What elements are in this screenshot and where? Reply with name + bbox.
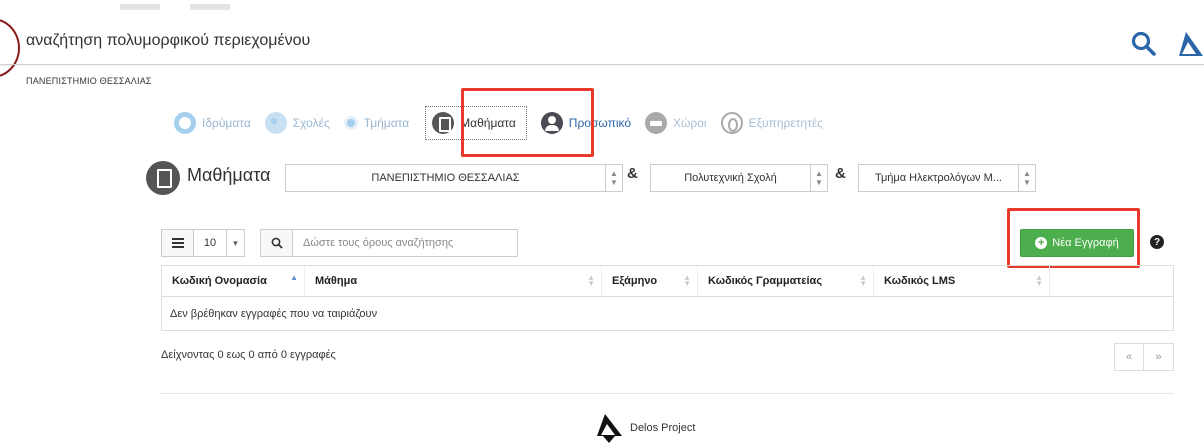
sort-icon: ▲ ▼ bbox=[1035, 273, 1043, 288]
column-header-actions bbox=[1049, 265, 1174, 297]
department-select[interactable]: Τμήμα Ηλεκτρολόγων Μ... ▲ ▼ bbox=[858, 164, 1036, 192]
delos-footer-logo-icon bbox=[597, 414, 622, 443]
nav-item-schools[interactable]: Σχολές bbox=[264, 106, 330, 140]
column-header-lms-code[interactable]: Κωδικός LMS ▲ ▼ bbox=[873, 265, 1050, 297]
column-header-label: Κωδικός LMS bbox=[884, 275, 956, 287]
search-icon[interactable] bbox=[1130, 30, 1158, 58]
university-logo bbox=[0, 18, 20, 78]
nav-item-servers[interactable]: Εξυπηρετητές bbox=[720, 106, 823, 140]
department-select-value: Τμήμα Ηλεκτρολόγων Μ... bbox=[875, 172, 1002, 184]
page-header-title: αναζήτηση πολυμορφικού περιεχομένου bbox=[26, 32, 311, 49]
header-divider bbox=[0, 64, 1204, 65]
browser-strip bbox=[0, 0, 1204, 14]
column-header-label: Εξάμηνο bbox=[612, 275, 658, 287]
list-menu-button[interactable] bbox=[161, 229, 193, 257]
column-header-secretariat-code[interactable]: Κωδικός Γραμματείας ▲ ▼ bbox=[697, 265, 874, 297]
help-icon[interactable]: ? bbox=[1150, 235, 1164, 249]
department-icon bbox=[343, 116, 358, 130]
sort-asc-icon: ▲ bbox=[290, 273, 298, 282]
annotation-highlight-courses-tab bbox=[461, 88, 594, 157]
book-icon bbox=[432, 112, 455, 134]
institution-select[interactable]: ΠΑΝΕΠΙΣΤΗΜΙΟ ΘΕΣΣΑΛΙΑΣ ▲ ▼ bbox=[285, 164, 623, 192]
table-search-button[interactable] bbox=[260, 229, 293, 257]
filter-separator: & bbox=[627, 165, 638, 182]
school-icon bbox=[264, 112, 287, 134]
delos-logo-icon[interactable] bbox=[1176, 30, 1204, 58]
nav-item-label: Εξυπηρετητές bbox=[748, 116, 823, 130]
institution-icon bbox=[174, 112, 196, 134]
annotation-highlight-new-button bbox=[1007, 208, 1140, 268]
chevron-down-icon: ▲ ▼ bbox=[1018, 165, 1035, 191]
table-search bbox=[260, 229, 518, 257]
column-header-label: Κωδικός Γραμματείας bbox=[708, 275, 823, 287]
sort-icon: ▲ ▼ bbox=[587, 273, 595, 288]
nav-item-rooms[interactable]: Χώροι bbox=[645, 106, 707, 140]
page-length-value[interactable]: 10 bbox=[193, 229, 227, 257]
courses-book-icon bbox=[146, 161, 180, 195]
list-icon bbox=[171, 238, 184, 248]
table-info: Δείχνοντας 0 εως 0 από 0 εγγραφές bbox=[161, 349, 336, 361]
column-header-label: Κωδική Ονομασία bbox=[172, 275, 267, 287]
school-select-value: Πολυτεχνική Σχολή bbox=[684, 172, 777, 184]
university-name: ΠΑΝΕΠΙΣΤΗΜΙΟ ΘΕΣΣΑΛΙΑΣ bbox=[26, 76, 152, 86]
strip-segment bbox=[190, 4, 230, 10]
column-header-semester[interactable]: Εξάμηνο ▲ ▼ bbox=[601, 265, 698, 297]
nav-item-institutions[interactable]: Ιδρύματα bbox=[174, 106, 251, 140]
nav-item-departments[interactable]: Τμήματα bbox=[343, 106, 410, 140]
column-header-code[interactable]: Κωδική Ονομασία ▲ bbox=[161, 265, 305, 297]
table-header-row: Κωδική Ονομασία ▲ Μάθημα ▲ ▼ Εξάμηνο ▲ ▼ Κ… bbox=[161, 265, 1174, 297]
nav-item-label: Ιδρύματα bbox=[202, 116, 251, 130]
next-page-button[interactable]: » bbox=[1144, 343, 1174, 371]
chevron-down-icon[interactable]: ▼ bbox=[227, 229, 245, 257]
search-input[interactable] bbox=[293, 229, 518, 257]
empty-table-message: Δεν βρέθηκαν εγγραφές που να ταιριάζουν bbox=[161, 296, 1174, 331]
column-header-course[interactable]: Μάθημα ▲ ▼ bbox=[304, 265, 602, 297]
footer-divider bbox=[161, 393, 1174, 394]
magnifier-icon bbox=[271, 237, 283, 249]
nav-item-label: Τμήματα bbox=[363, 116, 410, 130]
chevron-down-icon: ▲ ▼ bbox=[605, 165, 622, 191]
previous-page-button[interactable]: « bbox=[1114, 343, 1144, 371]
sort-icon: ▲ ▼ bbox=[683, 273, 691, 288]
table-row: Δεν βρέθηκαν εγγραφές που να ταιριάζουν bbox=[161, 296, 1174, 331]
room-icon bbox=[645, 112, 668, 134]
sort-icon: ▲ ▼ bbox=[859, 273, 867, 288]
nav-item-label: Χώροι bbox=[673, 116, 707, 130]
school-select[interactable]: Πολυτεχνική Σχολή ▲ ▼ bbox=[650, 164, 828, 192]
chevron-down-icon: ▲ ▼ bbox=[810, 165, 827, 191]
filter-separator: & bbox=[835, 165, 846, 182]
page-title: Μαθήματα bbox=[187, 165, 271, 185]
server-icon bbox=[720, 112, 743, 134]
institution-select-value: ΠΑΝΕΠΙΣΤΗΜΙΟ ΘΕΣΣΑΛΙΑΣ bbox=[371, 172, 520, 184]
page-length-control: 10 ▼ bbox=[161, 229, 245, 257]
nav-item-label: Σχολές bbox=[292, 116, 330, 130]
footer-brand: Delos Project bbox=[630, 422, 696, 434]
column-header-label: Μάθημα bbox=[315, 275, 358, 287]
strip-segment bbox=[120, 4, 160, 10]
courses-table: Κωδική Ονομασία ▲ Μάθημα ▲ ▼ Εξάμηνο ▲ ▼ Κ… bbox=[161, 265, 1174, 331]
pagination: « » bbox=[1114, 343, 1174, 371]
